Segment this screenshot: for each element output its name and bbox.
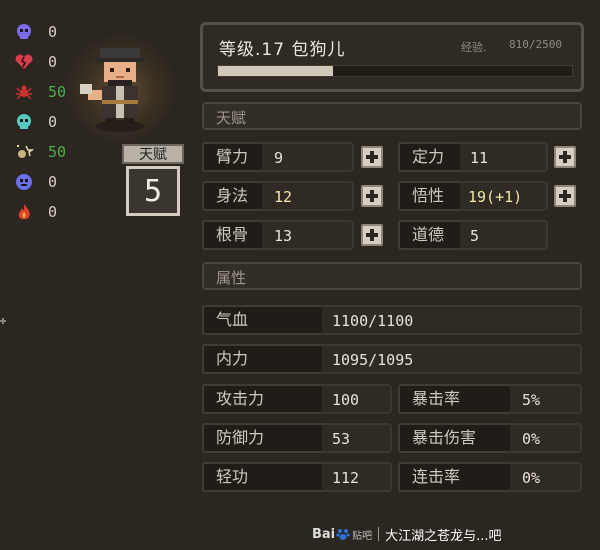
talent-slot-constitution: 根骨 13 bbox=[202, 220, 354, 250]
add-focus-button[interactable] bbox=[554, 146, 576, 168]
attr-label: 暴击伤害 bbox=[398, 423, 512, 453]
add-constitution-button[interactable] bbox=[361, 224, 383, 246]
attr-qinggong: 轻功 112 bbox=[202, 462, 392, 492]
talent-slot-strength: 臂力 9 bbox=[202, 142, 354, 172]
attr-value: 5% bbox=[522, 391, 541, 409]
status-effect-value: 0 bbox=[48, 23, 58, 41]
status-effect-row: 0 bbox=[14, 50, 74, 74]
talent-label: 定力 bbox=[398, 142, 462, 172]
exp-bar-fill bbox=[218, 66, 333, 76]
talent-label: 悟性 bbox=[398, 181, 462, 211]
attr-label: 内力 bbox=[202, 344, 324, 374]
status-effect-value: 0 bbox=[48, 53, 58, 71]
status-effect-value: 0 bbox=[48, 203, 58, 221]
talent-label: 道德 bbox=[398, 220, 462, 250]
watermark-logo: Bai bbox=[312, 526, 336, 542]
attributes-section-header: 属性 bbox=[202, 262, 582, 290]
plus-icon bbox=[366, 151, 378, 163]
attr-label: 暴击率 bbox=[398, 384, 512, 414]
level-panel: 等级.17 包狗儿 经验. 810/2500 bbox=[200, 22, 584, 92]
talent-slot-insight: 悟性 19(+1) bbox=[398, 181, 548, 211]
attr-attack: 攻击力 100 bbox=[202, 384, 392, 414]
talent-section-header: 天赋 bbox=[202, 102, 582, 130]
exp-value: 810/2500 bbox=[509, 38, 562, 51]
attr-defense: 防御力 53 bbox=[202, 423, 392, 453]
talent-slot-focus: 定力 11 bbox=[398, 142, 548, 172]
talent-slot-agility: 身法 12 bbox=[202, 181, 354, 211]
attr-value: 112 bbox=[332, 469, 360, 487]
attr-label: 防御力 bbox=[202, 423, 324, 453]
exp-bar bbox=[217, 65, 573, 77]
talent-value: 12 bbox=[274, 188, 293, 206]
talent-points-box: 天赋 5 bbox=[122, 144, 184, 220]
attr-label: 连击率 bbox=[398, 462, 512, 492]
flame-icon bbox=[14, 202, 34, 222]
attr-crit-rate: 暴击率 5% bbox=[398, 384, 582, 414]
plus-icon bbox=[559, 151, 571, 163]
level-name: 等级.17 包狗儿 bbox=[219, 40, 346, 60]
talent-slot-morality: 道德 5 bbox=[398, 220, 548, 250]
exp-label: 经验. bbox=[461, 41, 487, 54]
cyan-skull-icon bbox=[14, 112, 34, 132]
status-effect-row: 0 bbox=[14, 200, 74, 224]
plus-icon bbox=[559, 190, 571, 202]
attr-hp: 气血 1100/1100 bbox=[202, 305, 582, 335]
talent-section-title: 天赋 bbox=[216, 109, 247, 127]
plus-icon bbox=[366, 229, 378, 241]
status-effect-row: 0 bbox=[14, 170, 74, 194]
attr-value: 1100/1100 bbox=[332, 312, 414, 330]
talent-value: 19(+1) bbox=[468, 188, 523, 206]
status-effect-value: 50 bbox=[48, 143, 67, 161]
character-sprite bbox=[80, 48, 144, 132]
status-effect-row: 0 bbox=[14, 20, 74, 44]
watermark-text: 大江湖之苍龙与...吧 bbox=[385, 528, 502, 544]
attr-value: 1095/1095 bbox=[332, 351, 414, 369]
status-effect-value: 50 bbox=[48, 83, 67, 101]
status-effect-value: 0 bbox=[48, 113, 58, 131]
add-strength-button[interactable] bbox=[361, 146, 383, 168]
talent-value: 5 bbox=[470, 227, 480, 245]
purple-skull-icon bbox=[14, 172, 34, 192]
status-effect-row: 50 bbox=[14, 140, 74, 164]
status-effect-row: 0 bbox=[14, 110, 74, 134]
status-effect-row: 50 bbox=[14, 80, 74, 104]
add-agility-button[interactable] bbox=[361, 185, 383, 207]
attr-value: 0% bbox=[522, 469, 541, 487]
broken-heart-icon bbox=[14, 52, 34, 72]
watermark-logo-tail: 贴吧 bbox=[352, 530, 373, 542]
plus-icon bbox=[366, 190, 378, 202]
talent-label: 臂力 bbox=[202, 142, 264, 172]
scroll-marker-icon bbox=[0, 318, 6, 324]
dizzy-icon bbox=[14, 142, 34, 162]
character-screen: 0 0 50 0 50 0 0 天赋 5 等级.17 包狗儿 经验. 810/2… bbox=[0, 0, 600, 550]
talent-value: 13 bbox=[274, 227, 293, 245]
attr-value: 53 bbox=[332, 430, 351, 448]
spider-icon bbox=[14, 82, 34, 102]
attributes-section-title: 属性 bbox=[216, 269, 247, 287]
attr-crit-damage: 暴击伤害 0% bbox=[398, 423, 582, 453]
talent-label: 身法 bbox=[202, 181, 264, 211]
attr-label: 轻功 bbox=[202, 462, 324, 492]
character-portrait bbox=[66, 30, 176, 140]
talent-label: 根骨 bbox=[202, 220, 264, 250]
attr-label: 攻击力 bbox=[202, 384, 324, 414]
attr-combo-rate: 连击率 0% bbox=[398, 462, 582, 492]
talent-points-title: 天赋 bbox=[122, 144, 184, 164]
watermark: Bai 贴吧 大江湖之苍龙与...吧 bbox=[312, 524, 502, 544]
talent-value: 9 bbox=[274, 149, 284, 167]
attr-value: 100 bbox=[332, 391, 360, 409]
add-insight-button[interactable] bbox=[554, 185, 576, 207]
attr-mp: 内力 1095/1095 bbox=[202, 344, 582, 374]
watermark-separator bbox=[378, 527, 380, 541]
attr-label: 气血 bbox=[202, 305, 324, 335]
talent-points-value: 5 bbox=[126, 166, 180, 216]
status-effect-value: 0 bbox=[48, 173, 58, 191]
talent-value: 11 bbox=[470, 149, 489, 167]
paw-icon bbox=[336, 529, 350, 540]
skull-icon bbox=[14, 22, 34, 42]
attr-value: 0% bbox=[522, 430, 541, 448]
